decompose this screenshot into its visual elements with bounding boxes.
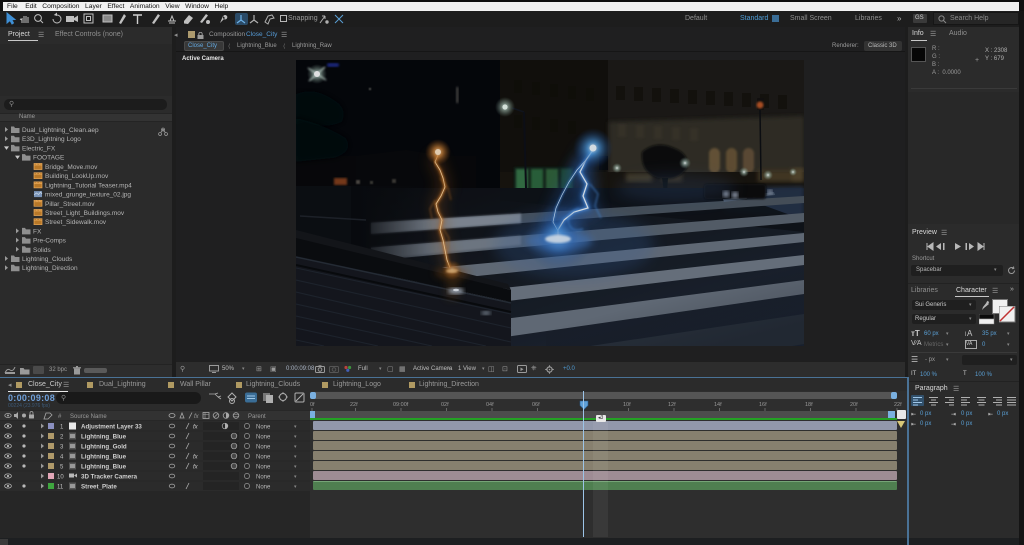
svg-text:20f: 20f	[850, 402, 858, 408]
svg-text:Dual_Lightning_Clean.aep: Dual_Lightning_Clean.aep	[22, 127, 99, 134]
svg-text:11: 11	[57, 485, 64, 491]
svg-text:22f: 22f	[894, 402, 902, 408]
svg-text:22f: 22f	[350, 402, 358, 408]
svg-text:Pre-Comps: Pre-Comps	[33, 238, 67, 245]
svg-text:12f: 12f	[668, 402, 676, 408]
svg-text:10: 10	[57, 475, 64, 481]
svg-text:06f: 06f	[532, 402, 540, 408]
svg-text:Source Name: Source Name	[70, 414, 107, 420]
svg-text:mixed_grunge_texture_02.jpg: mixed_grunge_texture_02.jpg	[45, 192, 131, 199]
svg-text:None: None	[256, 435, 271, 441]
svg-text:Electric_FX: Electric_FX	[22, 145, 56, 152]
svg-text:None: None	[256, 475, 271, 481]
svg-text:#: #	[58, 414, 62, 420]
svg-text:Building_LookUp.mov: Building_LookUp.mov	[45, 173, 109, 180]
svg-text:Lightning_Blue: Lightning_Blue	[81, 464, 127, 471]
svg-text:Lightning_Blue: Lightning_Blue	[81, 434, 127, 441]
svg-text:10f: 10f	[623, 402, 631, 408]
svg-text:09:00f: 09:00f	[393, 402, 409, 408]
svg-text:None: None	[256, 445, 271, 451]
svg-text:3D Tracker Camera: 3D Tracker Camera	[81, 474, 138, 481]
svg-text:Lightning_Clouds: Lightning_Clouds	[22, 256, 73, 263]
svg-text:Street_Plate: Street_Plate	[81, 484, 117, 491]
svg-text:Lightning_Tutorial Teaser.mp4: Lightning_Tutorial Teaser.mp4	[45, 182, 132, 189]
svg-text:None: None	[256, 455, 271, 461]
svg-text:Lightning_Direction: Lightning_Direction	[22, 265, 78, 272]
svg-text:Pillar_Street.mov: Pillar_Street.mov	[45, 201, 95, 208]
svg-text:14f: 14f	[714, 402, 722, 408]
svg-text:Parent: Parent	[248, 414, 266, 420]
svg-text:Street_Light_Buildings.mov: Street_Light_Buildings.mov	[45, 210, 125, 217]
svg-text:Bridge_Move.mov: Bridge_Move.mov	[45, 164, 98, 171]
svg-text:None: None	[256, 485, 271, 491]
svg-text:Street_Sidewalk.mov: Street_Sidewalk.mov	[45, 219, 107, 226]
svg-text:FOOTAGE: FOOTAGE	[33, 155, 65, 162]
svg-text:E3D_Lightning Logo: E3D_Lightning Logo	[22, 136, 81, 143]
svg-text:18f: 18f	[805, 402, 813, 408]
svg-text:04f: 04f	[486, 402, 494, 408]
svg-text:None: None	[256, 465, 271, 471]
svg-text:FX: FX	[33, 228, 42, 235]
svg-text:Lightning_Blue: Lightning_Blue	[81, 454, 127, 461]
svg-text:Solids: Solids	[33, 247, 51, 254]
svg-text:Lightning_Gold: Lightning_Gold	[81, 444, 127, 451]
svg-text:16f: 16f	[759, 402, 767, 408]
svg-text:None: None	[256, 425, 271, 431]
svg-text:Adjustment Layer 33: Adjustment Layer 33	[81, 424, 142, 431]
svg-text:02f: 02f	[441, 402, 449, 408]
svg-text:0f: 0f	[310, 402, 315, 408]
svg-text:fx: fx	[194, 414, 200, 420]
